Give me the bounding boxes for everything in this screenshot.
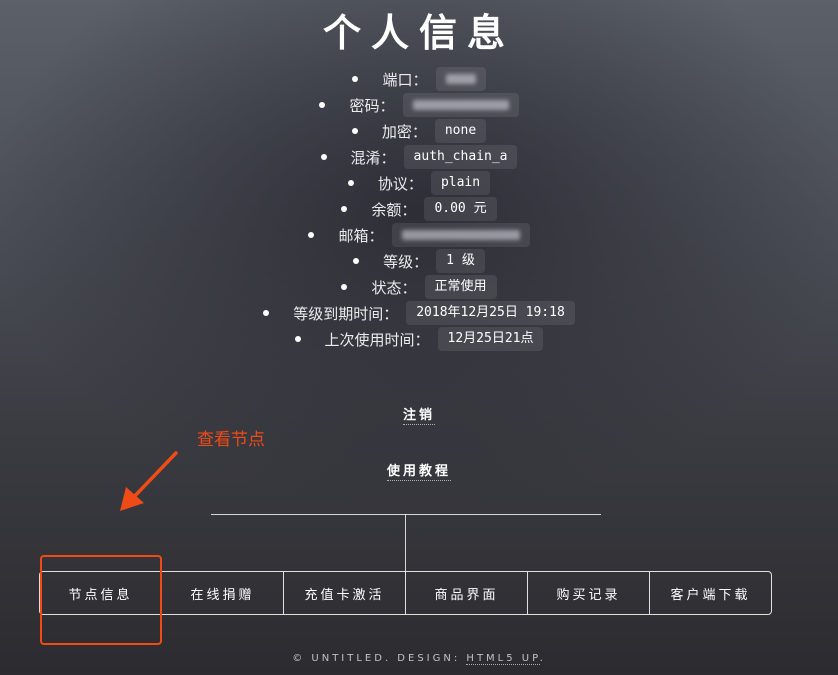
logout-link-wrapper: 注销 <box>0 404 838 425</box>
info-value-obfs: auth_chain_a <box>403 145 518 169</box>
info-row-obfs: 混淆： auth_chain_a <box>0 144 838 170</box>
info-value-email-masked <box>391 223 530 247</box>
info-value-protocol: plain <box>430 171 491 195</box>
info-label-password: 密码： <box>349 96 395 115</box>
bullet-icon <box>341 206 348 212</box>
footer-end: . <box>539 653 546 664</box>
bullet-icon <box>308 232 315 238</box>
info-row-protocol: 协议： plain <box>0 170 838 196</box>
bullet-icon <box>320 154 327 160</box>
bullet-icon <box>263 310 270 316</box>
footer-copyright: © UNTITLED. DESIGN: <box>292 653 461 664</box>
annotation-highlight-box <box>40 555 162 645</box>
bullet-icon <box>347 180 354 186</box>
nav-item-shop[interactable]: 商品界面 <box>405 572 527 614</box>
info-label-balance: 余额： <box>371 200 417 219</box>
info-label-status: 状态： <box>371 278 417 297</box>
info-label-encryption: 加密： <box>381 122 427 141</box>
info-row-port: 端口： <box>0 66 838 92</box>
bullet-icon <box>353 258 360 264</box>
divider-vertical <box>405 514 406 572</box>
divider-horizontal <box>211 514 601 515</box>
bullet-icon <box>294 336 301 342</box>
nav-item-client-download[interactable]: 客户端下载 <box>649 572 771 614</box>
info-label-protocol: 协议： <box>377 174 423 193</box>
info-value-last-used: 12月25日21点 <box>437 327 544 351</box>
info-label-email: 邮箱： <box>338 226 384 245</box>
logout-link[interactable]: 注销 <box>402 408 435 425</box>
bullet-icon <box>341 284 348 290</box>
tutorial-link[interactable]: 使用教程 <box>386 464 451 481</box>
bullet-icon <box>319 102 326 108</box>
info-value-password-masked <box>402 93 519 117</box>
tutorial-link-wrapper: 使用教程 <box>0 460 838 481</box>
bullet-icon <box>351 128 358 134</box>
info-row-encryption: 加密： none <box>0 118 838 144</box>
page-title: 个人信息 <box>322 10 515 55</box>
info-row-email: 邮箱： <box>0 222 838 248</box>
info-label-obfs: 混淆： <box>350 148 396 167</box>
redacted-mark <box>445 73 476 84</box>
redacted-mark <box>401 229 520 240</box>
nav-item-purchase-history[interactable]: 购买记录 <box>527 572 649 614</box>
info-row-password: 密码： <box>0 92 838 118</box>
annotation-arrow-icon <box>120 451 178 511</box>
nav-item-donate[interactable]: 在线捐赠 <box>161 572 283 614</box>
info-row-level: 等级： 1 级 <box>0 248 838 274</box>
annotation-label: 查看节点 <box>197 430 265 450</box>
info-label-last-used: 上次使用时间： <box>324 330 430 349</box>
account-info-list: 端口： 密码： 加密： none 混淆： auth_chain_a 协议： pl… <box>0 66 838 352</box>
info-label-port: 端口： <box>382 70 428 89</box>
info-row-expiry: 等级到期时间： 2018年12月25日 19:18 <box>0 300 838 326</box>
redacted-mark <box>412 99 509 110</box>
info-value-balance: 0.00 元 <box>424 197 497 221</box>
info-value-encryption: none <box>434 119 487 143</box>
info-row-balance: 余额： 0.00 元 <box>0 196 838 222</box>
info-value-level: 1 级 <box>436 249 485 273</box>
footer: © UNTITLED. DESIGN: HTML5 UP. <box>0 653 838 665</box>
nav-item-card-activate[interactable]: 充值卡激活 <box>283 572 405 614</box>
bullet-icon <box>352 76 359 82</box>
info-value-expiry: 2018年12月25日 19:18 <box>406 301 575 325</box>
info-value-status: 正常使用 <box>424 275 497 299</box>
info-value-port-masked <box>435 67 486 91</box>
info-row-status: 状态： 正常使用 <box>0 274 838 300</box>
info-row-last-used: 上次使用时间： 12月25日21点 <box>0 326 838 352</box>
info-label-expiry: 等级到期时间： <box>293 304 399 323</box>
footer-html5up-link[interactable]: HTML5 UP <box>466 653 540 665</box>
info-label-level: 等级： <box>383 252 429 271</box>
